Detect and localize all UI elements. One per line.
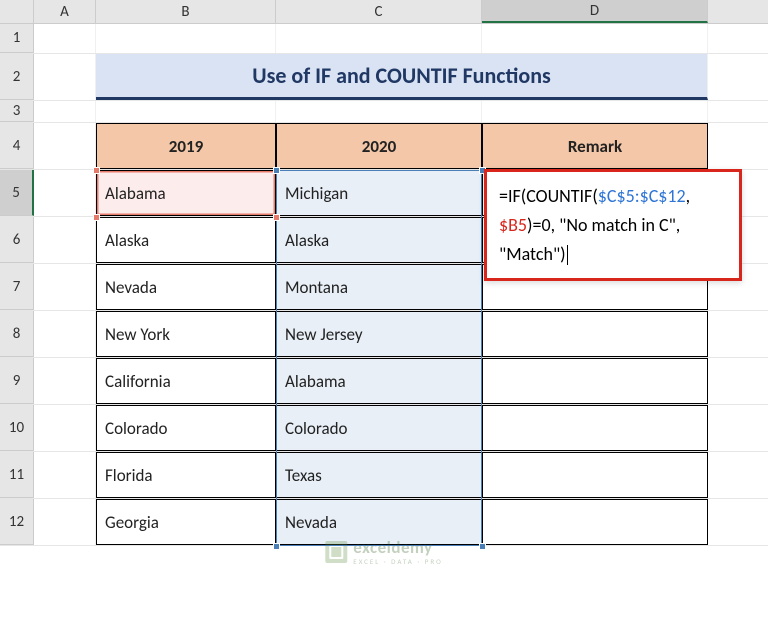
title-cell[interactable]: Use of IF and COUNTIF Functions [96, 54, 708, 100]
cell-A6[interactable] [34, 217, 96, 263]
formula-editor[interactable]: =IF(COUNTIF($C$5:$C$12, $B5)=0, "No matc… [484, 169, 742, 281]
row-header-12[interactable]: 12 [0, 499, 34, 545]
cell-B5[interactable]: Alabama [96, 170, 276, 216]
cell-C10[interactable]: Colorado [276, 405, 482, 451]
cell-C3[interactable] [276, 101, 482, 122]
col-header-A[interactable]: A [34, 0, 96, 23]
cell-B1[interactable] [96, 24, 276, 53]
col-header-D[interactable]: D [482, 0, 708, 23]
row-9: 9 California Alabama [0, 358, 768, 405]
col-header-B[interactable]: B [96, 0, 276, 23]
row-header-6[interactable]: 6 [0, 217, 34, 263]
cell-A12[interactable] [34, 499, 96, 545]
cell-D11[interactable] [482, 452, 708, 498]
cell-B3[interactable] [96, 101, 276, 122]
row-2: 2 Use of IF and COUNTIF Functions [0, 54, 768, 101]
formula-cell-ref: $B5 [499, 214, 527, 236]
cell-B10[interactable]: Colorado [96, 405, 276, 451]
cell-A4[interactable] [34, 123, 96, 169]
selection-handle-icon[interactable] [273, 214, 280, 221]
cell-C12[interactable]: Nevada [276, 499, 482, 545]
row-header-10[interactable]: 10 [0, 405, 34, 451]
row-header-7[interactable]: 7 [0, 264, 34, 310]
row-header-4[interactable]: 4 [0, 123, 34, 169]
row-header-3[interactable]: 3 [0, 101, 34, 122]
header-2019[interactable]: 2019 [96, 123, 276, 169]
selection-handle-icon[interactable] [93, 167, 100, 174]
row-header-8[interactable]: 8 [0, 311, 34, 357]
column-headers: A B C D [0, 0, 768, 24]
header-2020[interactable]: 2020 [276, 123, 482, 169]
cell-A7[interactable] [34, 264, 96, 310]
range-handle-icon[interactable] [273, 543, 280, 550]
row-header-11[interactable]: 11 [0, 452, 34, 498]
row-3: 3 [0, 101, 768, 123]
cell-A8[interactable] [34, 311, 96, 357]
cell-C5[interactable]: Michigan [276, 170, 482, 216]
cell-D3[interactable] [482, 101, 708, 122]
cell-A5[interactable] [34, 170, 96, 216]
text-cursor [567, 245, 568, 265]
cell-C11[interactable]: Texas [276, 452, 482, 498]
select-all-corner[interactable] [0, 0, 34, 23]
cell-C8[interactable]: New Jersey [276, 311, 482, 357]
row-header-9[interactable]: 9 [0, 358, 34, 404]
cell-C7[interactable]: Montana [276, 264, 482, 310]
row-header-5[interactable]: 5 [0, 170, 34, 216]
cell-B6[interactable]: Alaska [96, 217, 276, 263]
col-header-C[interactable]: C [276, 0, 482, 23]
cell-C9[interactable]: Alabama [276, 358, 482, 404]
cell-A9[interactable] [34, 358, 96, 404]
cell-D10[interactable] [482, 405, 708, 451]
formula-part: =IF(COUNTIF( [499, 185, 598, 207]
range-handle-icon[interactable] [479, 543, 486, 550]
cell-D1[interactable] [482, 24, 708, 53]
formula-part: , [686, 185, 691, 207]
cell-C6[interactable]: Alaska [276, 217, 482, 263]
formula-part: )=0, "No match in C", "Match") [499, 214, 680, 265]
cell-B12[interactable]: Georgia [96, 499, 276, 545]
cell-B7[interactable]: Nevada [96, 264, 276, 310]
cell-A10[interactable] [34, 405, 96, 451]
row-10: 10 Colorado Colorado [0, 405, 768, 452]
row-11: 11 Florida Texas [0, 452, 768, 499]
cell-A1[interactable] [34, 24, 96, 53]
row-8: 8 New York New Jersey [0, 311, 768, 358]
row-1: 1 [0, 24, 768, 54]
row-4: 4 2019 2020 Remark [0, 123, 768, 170]
row-header-1[interactable]: 1 [0, 24, 34, 53]
row-12: 12 Georgia Nevada [0, 499, 768, 546]
row-header-2[interactable]: 2 [0, 54, 34, 100]
cell-D12[interactable] [482, 499, 708, 545]
cell-B9[interactable]: California [96, 358, 276, 404]
watermark-sub: EXCEL · DATA · PRO [353, 558, 442, 565]
formula-range-ref: $C$5:$C$12 [598, 185, 686, 207]
cell-A2[interactable] [34, 54, 96, 100]
range-handle-icon[interactable] [273, 167, 280, 174]
cell-A11[interactable] [34, 452, 96, 498]
cell-C1[interactable] [276, 24, 482, 53]
cell-B11[interactable]: Florida [96, 452, 276, 498]
cell-B8[interactable]: New York [96, 311, 276, 357]
header-remark[interactable]: Remark [482, 123, 708, 169]
cell-D8[interactable] [482, 311, 708, 357]
cell-D9[interactable] [482, 358, 708, 404]
cell-A3[interactable] [34, 101, 96, 122]
selection-handle-icon[interactable] [93, 214, 100, 221]
